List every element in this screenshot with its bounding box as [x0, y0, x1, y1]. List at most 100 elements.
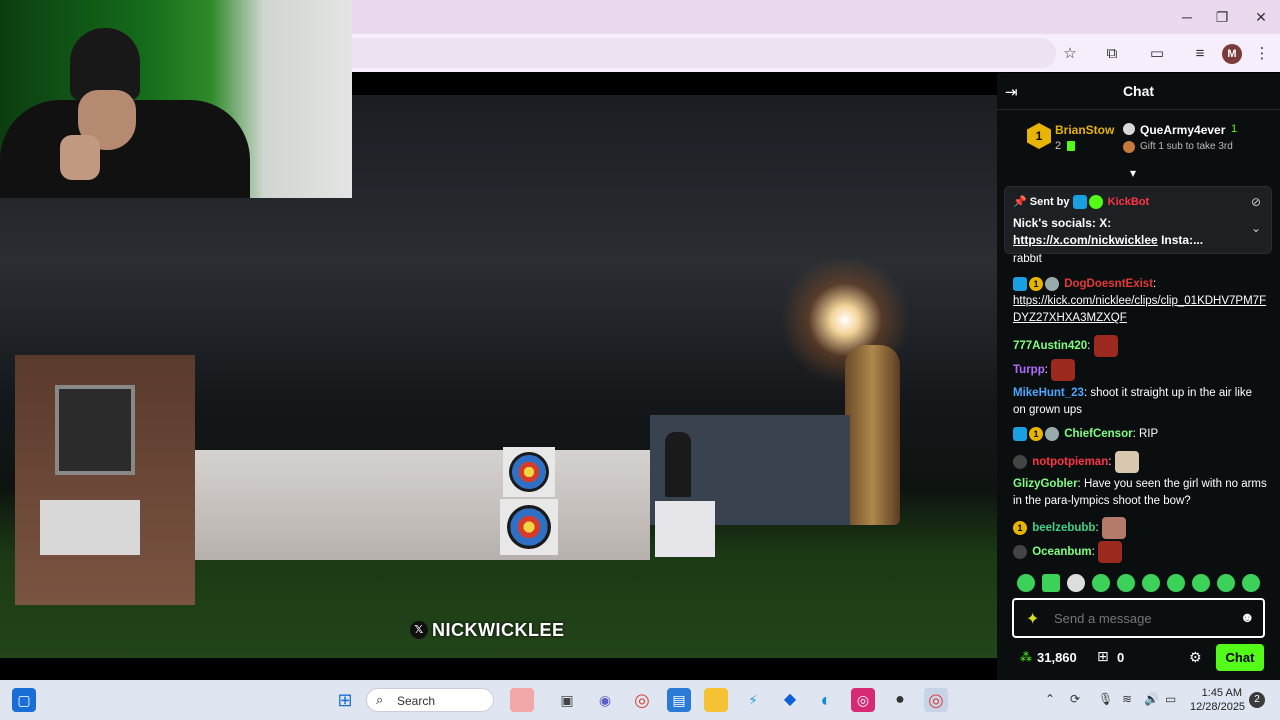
notification-badge[interactable]: 2: [1249, 692, 1265, 708]
emoji-picker-icon[interactable]: ☻: [1240, 609, 1255, 625]
archer-figure: [665, 432, 691, 497]
chrome-icon[interactable]: ◎: [630, 688, 654, 712]
leader-1-name[interactable]: BrianStow: [1055, 123, 1114, 137]
cast-icon[interactable]: ▭: [1146, 43, 1168, 65]
chat-settings-gear-icon[interactable]: ⚙: [1189, 649, 1202, 666]
address-bar[interactable]: [352, 38, 1056, 68]
hide-pinned-icon[interactable]: ⊘: [1251, 195, 1261, 209]
subscriber-badge-icon: [1013, 426, 1027, 441]
sync-icon[interactable]: ⟳: [1070, 692, 1080, 706]
chat-message: 1 ChiefCensor: RIP: [1013, 426, 1268, 443]
file-explorer-icon[interactable]: [704, 688, 728, 712]
task-view-icon[interactable]: ▣: [555, 688, 579, 712]
emote-icon[interactable]: [1017, 574, 1035, 592]
rank-3-badge: [1123, 141, 1135, 153]
chrome-active-icon[interactable]: ◎: [924, 688, 948, 712]
expand-pinned-icon[interactable]: ⌄: [1251, 221, 1261, 235]
emote-icon: [1051, 359, 1076, 381]
battery-icon[interactable]: ▭: [1165, 692, 1176, 706]
rank-1-badge: 1: [1027, 123, 1051, 149]
webcam-overlay: [0, 0, 352, 198]
bookmark-star-icon[interactable]: ☆: [1059, 43, 1081, 65]
volume-icon[interactable]: 🔊: [1144, 692, 1159, 706]
pinned-sender[interactable]: KickBot: [1108, 196, 1150, 208]
points-icon: ⁂: [1020, 650, 1032, 664]
minimize-button[interactable]: ─: [1172, 6, 1202, 28]
sparkle-icon[interactable]: ✦: [1026, 609, 1039, 629]
cat-emote-icon: [1114, 451, 1139, 473]
taskbar-clock[interactable]: 1:45 AM 12/28/2025: [1190, 686, 1246, 714]
x-logo-icon: 𝕏: [410, 621, 428, 639]
menu-kebab-icon[interactable]: ⋮: [1251, 43, 1273, 65]
streamer-hand: [60, 135, 100, 180]
stream-watermark: 𝕏 NICKWICKLEE: [410, 619, 565, 641]
chat-title: Chat: [1122, 83, 1155, 99]
chat-message: 1 DogDoesntExist: https://kick.com/nickl…: [1013, 276, 1268, 327]
clock-date: 12/28/2025: [1190, 701, 1246, 713]
emote-icon: [1101, 517, 1126, 539]
emote-icon[interactable]: [1117, 574, 1135, 592]
subscriber-badge-icon: [1013, 276, 1027, 291]
archery-target-bottom: [500, 499, 558, 555]
widgets-icon[interactable]: ▢: [12, 688, 36, 712]
chat-message: 777Austin420:: [1013, 335, 1268, 357]
start-menu-icon[interactable]: ⊞: [333, 688, 357, 712]
emote-icon[interactable]: [1192, 574, 1210, 592]
taskbar-search-box[interactable]: ⌕ Search: [366, 688, 494, 712]
chat-message: Turpp:: [1013, 359, 1268, 381]
send-chat-button[interactable]: Chat: [1216, 644, 1264, 671]
extensions-icon[interactable]: ⧉: [1101, 43, 1123, 65]
show-hidden-icons-chevron-icon[interactable]: ⌃: [1045, 692, 1055, 706]
pin-icon: 📌: [1013, 196, 1027, 208]
profile-avatar[interactable]: M: [1222, 44, 1242, 64]
emote-icon[interactable]: [1167, 574, 1185, 592]
emote-icon[interactable]: [1067, 574, 1085, 592]
chat-divider: [997, 109, 1280, 110]
calendar-app-icon[interactable]: [510, 688, 534, 712]
gift-box-icon[interactable]: ⊞: [1097, 648, 1109, 665]
tree-trunk: [845, 345, 900, 525]
outdoor-fireplace: [15, 355, 195, 605]
og-badge-icon: [1045, 276, 1059, 291]
emote-icon[interactable]: [1242, 574, 1260, 592]
wifi-icon[interactable]: ≋: [1122, 692, 1132, 706]
instagram-icon[interactable]: ◎: [851, 688, 875, 712]
search-label: Search: [397, 694, 436, 708]
fireplace-picture: [55, 385, 135, 475]
dropbox-icon[interactable]: ◆: [778, 688, 802, 712]
edge-icon[interactable]: ◐: [814, 688, 838, 712]
emote-icon[interactable]: [1042, 574, 1060, 592]
white-fence: [180, 450, 650, 560]
emote-icon[interactable]: [1217, 574, 1235, 592]
microphone-icon[interactable]: 🎙: [1098, 692, 1113, 706]
maximize-button[interactable]: ❐: [1207, 6, 1237, 28]
obs-icon[interactable]: ●: [888, 688, 912, 712]
subscriber-badge-icon: [1072, 195, 1087, 210]
pinned-link[interactable]: https://x.com/nickwicklee: [1013, 233, 1158, 247]
expand-leaderboard-icon[interactable]: ▾: [1130, 166, 1136, 180]
media-controls-icon[interactable]: ≡: [1189, 43, 1211, 65]
close-button[interactable]: ✕: [1246, 6, 1276, 28]
og-badge-icon: [1013, 545, 1027, 559]
chat-link[interactable]: https://kick.com/nicklee/clips/clip_01KD…: [1013, 293, 1268, 327]
chat-message-input[interactable]: [1054, 608, 1234, 628]
emote-icon: [1093, 335, 1118, 357]
emote-quick-bar: [1012, 574, 1270, 596]
channel-points[interactable]: 31,860: [1037, 650, 1077, 665]
pinned-line1: Nick's socials: X:: [1013, 216, 1112, 230]
pinned-line2: Insta:...: [1161, 233, 1204, 247]
gift-count: 0: [1117, 650, 1125, 665]
leader-2-name[interactable]: QueArmy4ever: [1140, 123, 1225, 137]
emote-icon[interactable]: [1092, 574, 1110, 592]
chat-message: MikeHunt_23: shoot it straight up in the…: [1013, 387, 1253, 416]
emote-icon[interactable]: [1142, 574, 1160, 592]
teams-icon[interactable]: ◉: [593, 688, 617, 712]
app-icon[interactable]: ⚡: [741, 688, 765, 712]
multi-spot-target: [655, 501, 715, 557]
archery-target-top: [503, 447, 555, 497]
fireplace-opening: [40, 500, 140, 555]
gift-badge-icon: 1: [1029, 426, 1043, 441]
chat-input-box[interactable]: ✦ ☻: [1012, 598, 1265, 638]
store-icon[interactable]: ▤: [667, 688, 691, 712]
leader-1-count: 2: [1055, 140, 1062, 152]
